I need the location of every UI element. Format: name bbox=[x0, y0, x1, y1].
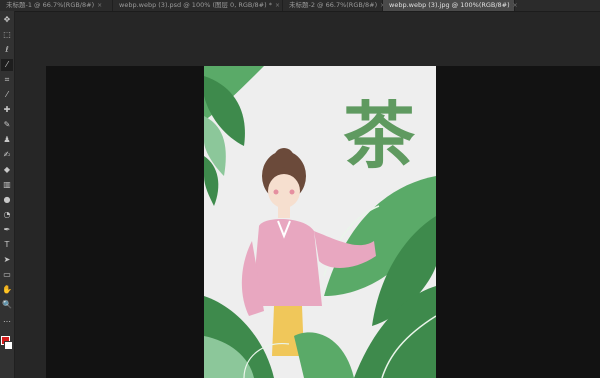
robe bbox=[252, 219, 322, 306]
tab-webp-psd[interactable]: webp.webp (3).psd @ 100% (图层 0, RGB/8#) … bbox=[113, 0, 283, 11]
move-tool-icon[interactable]: ✥ bbox=[1, 14, 13, 26]
tab-close-icon[interactable]: × bbox=[513, 0, 518, 11]
zoom-tool-icon[interactable]: 🔍 bbox=[1, 299, 13, 311]
cheek bbox=[273, 189, 279, 195]
tea-girl-illustration: 茶 bbox=[204, 66, 436, 378]
hand-tool-icon[interactable]: ✋ bbox=[1, 284, 13, 296]
tab-webp-jpg[interactable]: webp.webp (3).jpg @ 100%(RGB/8#) × bbox=[383, 0, 518, 11]
tab-label: webp.webp (3).psd @ 100% (图层 0, RGB/8#) … bbox=[119, 1, 272, 9]
healing-brush-tool-icon[interactable]: ✚ bbox=[1, 104, 13, 116]
neck bbox=[278, 206, 290, 218]
gradient-tool-icon[interactable]: ▥ bbox=[1, 179, 13, 191]
magic-wand-tool-icon[interactable]: ⁄ bbox=[1, 59, 13, 71]
lasso-tool-icon[interactable]: ℓ bbox=[1, 44, 13, 56]
face bbox=[268, 174, 300, 208]
tab-label: 未标题-2 @ 66.7%(RGB/8#) bbox=[289, 1, 378, 9]
background-color-swatch[interactable] bbox=[4, 341, 13, 350]
canvas-image[interactable]: 茶 bbox=[204, 66, 436, 378]
crop-tool-icon[interactable]: ⌗ bbox=[1, 74, 13, 86]
title-character: 茶 bbox=[343, 94, 416, 178]
tab-label: 未标题-1 @ 66.7%(RGB/8#) bbox=[6, 1, 95, 9]
history-brush-tool-icon[interactable]: ✍ bbox=[1, 149, 13, 161]
more-tools-icon[interactable]: … bbox=[1, 314, 13, 326]
path-selection-tool-icon[interactable]: ➤ bbox=[1, 254, 13, 266]
tab-untitled-2[interactable]: 未标题-2 @ 66.7%(RGB/8#)× bbox=[283, 0, 385, 11]
document-tab-bar: 未标题-1 @ 66.7%(RGB/8#) × webp.webp (3).psd… bbox=[0, 0, 600, 12]
blur-tool-icon[interactable]: ● bbox=[1, 194, 13, 206]
tab-label: webp.webp (3).jpg @ 100%(RGB/8#) bbox=[389, 1, 510, 9]
marquee-tool-icon[interactable]: ⬚ bbox=[1, 29, 13, 41]
clone-stamp-tool-icon[interactable]: ♟ bbox=[1, 134, 13, 146]
dodge-tool-icon[interactable]: ◔ bbox=[1, 209, 13, 221]
hair-bun bbox=[274, 148, 294, 168]
eraser-tool-icon[interactable]: ◆ bbox=[1, 164, 13, 176]
tools-panel: ✥ ⬚ ℓ ⁄ ⌗ ⁄ ✚ ✎ ♟ ✍ ◆ ▥ ● ◔ ✒ T ➤ ▭ ✋ 🔍 … bbox=[0, 11, 15, 378]
tab-close-icon[interactable]: × bbox=[97, 0, 102, 11]
tab-untitled-1[interactable]: 未标题-1 @ 66.7%(RGB/8#) × bbox=[0, 0, 113, 11]
rectangle-tool-icon[interactable]: ▭ bbox=[1, 269, 13, 281]
pen-tool-icon[interactable]: ✒ bbox=[1, 224, 13, 236]
brush-tool-icon[interactable]: ✎ bbox=[1, 119, 13, 131]
eyedropper-tool-icon[interactable]: ⁄ bbox=[1, 89, 13, 101]
tab-close-icon[interactable]: × bbox=[275, 0, 280, 11]
cheek bbox=[289, 189, 295, 195]
type-tool-icon[interactable]: T bbox=[1, 239, 13, 251]
